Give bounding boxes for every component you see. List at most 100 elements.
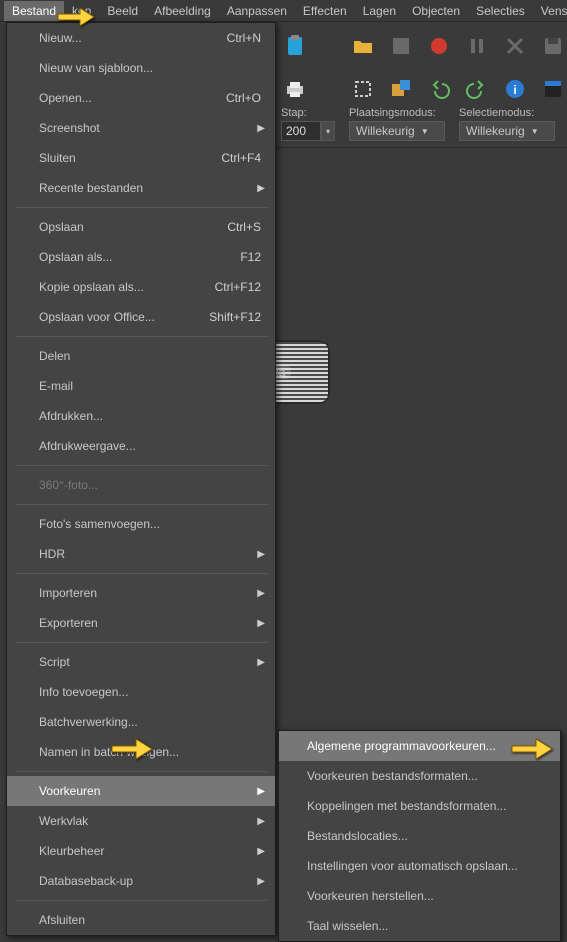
options-bar: Stap: ▾ Plaatsingsmodus: Willekeurig ▼ S… <box>275 108 567 148</box>
menu-item[interactable]: Afdrukweergave... <box>7 431 275 461</box>
pause-icon[interactable] <box>463 32 491 60</box>
submenu-item[interactable]: Algemene programmavoorkeuren... <box>279 731 560 761</box>
selectiemodus-dropdown[interactable]: Willekeurig ▼ <box>459 121 555 141</box>
print-icon[interactable] <box>281 75 309 103</box>
clipboard-icon[interactable] <box>281 32 309 60</box>
menu-item[interactable]: Afdrukken... <box>7 401 275 431</box>
stap-spinner[interactable]: ▾ <box>281 121 335 141</box>
save-icon[interactable] <box>539 32 567 60</box>
redo-icon[interactable] <box>463 75 491 103</box>
menu-separator <box>15 771 267 772</box>
chevron-right-icon: ▶ <box>257 657 265 668</box>
menu-item[interactable]: Importeren▶ <box>7 578 275 608</box>
menu-item-label: Voorkeuren <box>39 784 261 798</box>
menu-item[interactable]: Screenshot▶ <box>7 113 275 143</box>
menu-item-label: Importeren <box>39 586 261 600</box>
submenu-item[interactable]: Voorkeuren bestandsformaten... <box>279 761 560 791</box>
chevron-right-icon: ▶ <box>257 588 265 599</box>
panel-icon[interactable] <box>539 75 567 103</box>
stap-input[interactable] <box>281 121 321 141</box>
menu-item[interactable]: Exporteren▶ <box>7 608 275 638</box>
menu-item[interactable]: Opslaan als...F12 <box>7 242 275 272</box>
menu-item[interactable]: Foto's samenvoegen... <box>7 509 275 539</box>
crop-icon[interactable] <box>349 75 377 103</box>
submenu-item-label: Algemene programmavoorkeuren... <box>307 739 496 753</box>
menu-item[interactable]: Kopie opslaan als...Ctrl+F12 <box>7 272 275 302</box>
chevron-right-icon: ▶ <box>257 816 265 827</box>
menu-item-shortcut: Ctrl+S <box>227 220 261 234</box>
menu-beeld[interactable]: Beeld <box>99 1 146 21</box>
info-icon[interactable]: i <box>501 75 529 103</box>
menu-lagen[interactable]: Lagen <box>355 1 404 21</box>
menu-vensters-partial[interactable]: Vens <box>533 1 567 21</box>
menu-item[interactable]: Batchverwerking... <box>7 707 275 737</box>
toolbar-row-2: i <box>275 70 567 108</box>
menu-item-label: Kopie opslaan als... <box>39 280 215 294</box>
menu-item[interactable]: Opslaan voor Office...Shift+F12 <box>7 302 275 332</box>
menu-item-label: 360°-foto... <box>39 478 261 492</box>
plaatsingsmodus-label: Plaatsingsmodus: <box>349 107 445 119</box>
resize-icon[interactable] <box>387 75 415 103</box>
submenu-item[interactable]: Bestandslocaties... <box>279 821 560 851</box>
chevron-right-icon: ▶ <box>257 123 265 134</box>
menu-item[interactable]: Nieuw...Ctrl+N <box>7 23 275 53</box>
menu-objecten[interactable]: Objecten <box>404 1 468 21</box>
plaatsingsmodus-dropdown[interactable]: Willekeurig ▼ <box>349 121 445 141</box>
submenu-item[interactable]: Taal wisselen... <box>279 911 560 941</box>
menu-item[interactable]: Recente bestanden▶ <box>7 173 275 203</box>
submenu-item[interactable]: Instellingen voor automatisch opslaan... <box>279 851 560 881</box>
menu-item[interactable]: Info toevoegen... <box>7 677 275 707</box>
menu-item-shortcut: Ctrl+F4 <box>221 151 261 165</box>
undo-icon[interactable] <box>425 75 453 103</box>
menu-item[interactable]: Afsluiten <box>7 905 275 935</box>
plaatsingsmodus-group: Plaatsingsmodus: Willekeurig ▼ <box>349 107 445 141</box>
submenu-item-label: Voorkeuren bestandsformaten... <box>307 769 478 783</box>
menu-item-label: Batchverwerking... <box>39 715 261 729</box>
selectiemodus-value: Willekeurig <box>466 124 525 138</box>
menu-item-label: Opslaan voor Office... <box>39 310 209 324</box>
close-icon[interactable] <box>501 32 529 60</box>
menu-item-label: Databaseback-up <box>39 874 261 888</box>
submenu-item-label: Taal wisselen... <box>307 919 388 933</box>
submenu-item-label: Bestandslocaties... <box>307 829 408 843</box>
menu-item[interactable]: Databaseback-up▶ <box>7 866 275 896</box>
chevron-down-icon: ▼ <box>531 127 539 136</box>
stop-icon[interactable] <box>387 32 415 60</box>
menu-bestand[interactable]: Bestand <box>4 1 64 21</box>
record-icon[interactable] <box>425 32 453 60</box>
menu-separator <box>15 336 267 337</box>
menu-item-shortcut: Ctrl+O <box>226 91 261 105</box>
menu-item[interactable]: SluitenCtrl+F4 <box>7 143 275 173</box>
menu-item[interactable]: E-mail <box>7 371 275 401</box>
menu-item-label: Kleurbeheer <box>39 844 261 858</box>
menu-item[interactable]: Voorkeuren▶ <box>7 776 275 806</box>
submenu-item[interactable]: Voorkeuren herstellen... <box>279 881 560 911</box>
menu-item-label: Info toevoegen... <box>39 685 261 699</box>
menu-effecten[interactable]: Effecten <box>295 1 355 21</box>
stap-spin-toggle[interactable]: ▾ <box>321 121 335 141</box>
menu-aanpassen[interactable]: Aanpassen <box>219 1 295 21</box>
menu-item[interactable]: Namen in batch wijzigen... <box>7 737 275 767</box>
plaatsingsmodus-value: Willekeurig <box>356 124 415 138</box>
menu-item[interactable]: Script▶ <box>7 647 275 677</box>
menu-separator <box>15 642 267 643</box>
menu-item[interactable]: Werkvlak▶ <box>7 806 275 836</box>
menu-item[interactable]: OpslaanCtrl+S <box>7 212 275 242</box>
menu-item[interactable]: Kleurbeheer▶ <box>7 836 275 866</box>
menu-selecties[interactable]: Selecties <box>468 1 533 21</box>
menu-item[interactable]: Openen...Ctrl+O <box>7 83 275 113</box>
submenu-item[interactable]: Koppelingen met bestandsformaten... <box>279 791 560 821</box>
menu-separator <box>15 207 267 208</box>
selectiemodus-group: Selectiemodus: Willekeurig ▼ <box>459 107 555 141</box>
menu-item-label: Afdrukweergave... <box>39 439 261 453</box>
menu-item-label: Afsluiten <box>39 913 261 927</box>
menu-afbeelding[interactable]: Afbeelding <box>146 1 219 21</box>
menu-bewerken-partial[interactable]: ken <box>64 1 99 21</box>
menu-item-label: Script <box>39 655 261 669</box>
menu-item[interactable]: Delen <box>7 341 275 371</box>
menu-item-label: Exporteren <box>39 616 261 630</box>
menu-item[interactable]: HDR▶ <box>7 539 275 569</box>
folder-open-icon[interactable] <box>349 32 377 60</box>
menu-item[interactable]: Nieuw van sjabloon... <box>7 53 275 83</box>
voorkeuren-submenu: Algemene programmavoorkeuren... Voorkeure… <box>278 730 561 942</box>
